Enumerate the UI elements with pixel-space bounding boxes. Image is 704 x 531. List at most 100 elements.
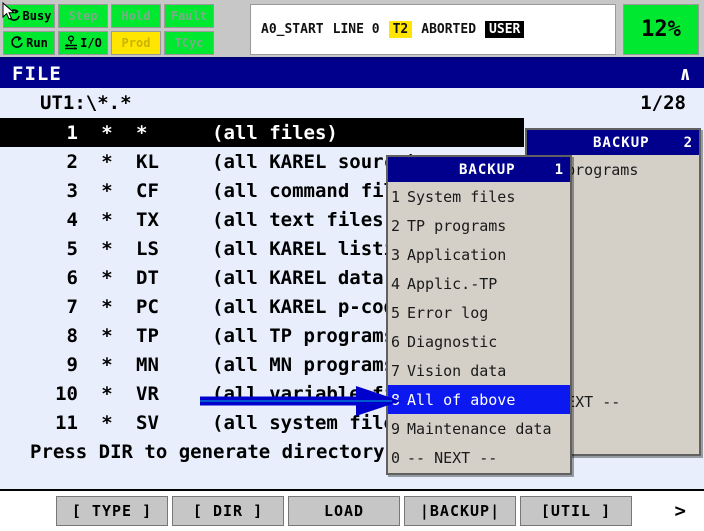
cycle-icon xyxy=(10,35,24,51)
led-step-label: Step xyxy=(68,9,98,23)
menu-item-label: Application xyxy=(407,245,507,264)
menu-item-key: 3 xyxy=(391,245,401,264)
led-fault-label: Fault xyxy=(170,9,208,23)
backup-menu-1-header: BACKUP 1 xyxy=(388,157,570,182)
led-run-label: Run xyxy=(26,36,48,50)
menu-item-vision-data[interactable]: 7 Vision data xyxy=(388,356,570,385)
page-title: FILE xyxy=(12,63,62,85)
backup-menu-2-page: 2 xyxy=(683,134,693,151)
menu-item-maintenance-data[interactable]: 9 Maintenance data xyxy=(388,414,570,443)
fkey-util[interactable]: [UTIL ] xyxy=(520,496,632,526)
menu-item-label: All of above xyxy=(407,390,516,409)
menu-item-applic-tp[interactable]: 4 Applic.-TP xyxy=(388,269,570,298)
led-hold: Hold xyxy=(111,4,161,28)
row-index: 7 xyxy=(66,295,78,318)
window-title-bar: FILE ∧ xyxy=(0,60,704,88)
menu-item-label: Maintenance data xyxy=(407,419,552,438)
teach-pendant-screen: Busy Step Hold Fault Run I/O Prod TCyc A… xyxy=(0,0,704,531)
row-extension: TP xyxy=(136,324,159,347)
speed-override-indicator: 12% xyxy=(623,4,699,55)
row-index: 4 xyxy=(66,208,78,231)
led-run: Run xyxy=(3,31,55,55)
status-state: ABORTED xyxy=(421,22,477,37)
row-index: 6 xyxy=(66,266,78,289)
menu-item-key: 9 xyxy=(391,419,401,438)
row-star: * xyxy=(101,411,113,434)
status-bar: Busy Step Hold Fault Run I/O Prod TCyc A… xyxy=(0,0,704,60)
row-extension: DT xyxy=(136,266,159,289)
row-index: 3 xyxy=(66,179,78,202)
row-extension: SV xyxy=(136,411,159,434)
current-path: UT1:\*.* xyxy=(40,92,132,114)
row-index: 9 xyxy=(66,353,78,376)
led-step: Step xyxy=(58,4,108,28)
row-star: * xyxy=(101,208,113,231)
menu-item-key: 1 xyxy=(391,187,401,206)
fkey-type[interactable]: [ TYPE ] xyxy=(56,496,168,526)
backup-menu-2-header: BACKUP 2 xyxy=(527,130,699,155)
menu-item-system-files[interactable]: 1 System files xyxy=(388,182,570,211)
backup-menu-2-title: BACKUP xyxy=(592,134,650,151)
menu-item-key: 8 xyxy=(391,390,401,409)
row-star: * xyxy=(101,121,113,144)
row-extension: LS xyxy=(136,237,159,260)
row-description: (all files) xyxy=(212,121,338,144)
backup-menu-1-page: 1 xyxy=(554,161,564,178)
menu-item-key: 0 xyxy=(391,448,401,467)
led-io-label: I/O xyxy=(80,36,102,50)
menu-item-application[interactable]: 3 Application xyxy=(388,240,570,269)
status-owner-badge: USER xyxy=(485,21,525,38)
menu-item-tp-programs[interactable]: 2 TP programs xyxy=(388,211,570,240)
menu-item-label: Vision data xyxy=(407,361,507,380)
status-program-name: A0_START xyxy=(261,22,324,37)
menu-item-diagnostic[interactable]: 6 Diagnostic xyxy=(388,327,570,356)
menu-item-next[interactable]: 0 -- NEXT -- xyxy=(388,443,570,472)
status-line-number: LINE 0 xyxy=(332,22,380,37)
chevron-up-icon[interactable]: ∧ xyxy=(680,63,692,85)
fkey-next-icon[interactable]: > xyxy=(675,500,686,522)
menu-item-label: Applic.-TP xyxy=(407,274,498,293)
row-star: * xyxy=(101,179,113,202)
menu-item-key: 2 xyxy=(391,216,401,235)
speed-override-value: 12% xyxy=(641,17,681,42)
led-busy-label: Busy xyxy=(22,9,52,23)
fkey-dir[interactable]: [ DIR ] xyxy=(172,496,284,526)
menu-item-key: 4 xyxy=(391,274,401,293)
led-prod: Prod xyxy=(111,31,161,55)
row-star: * xyxy=(101,295,113,318)
table-row[interactable]: 1 * * (all files) xyxy=(0,118,524,147)
row-star: * xyxy=(101,382,113,405)
led-busy: Busy xyxy=(3,4,55,28)
fkey-backup[interactable]: |BACKUP| xyxy=(404,496,516,526)
row-index: 2 xyxy=(66,150,78,173)
row-index: 11 xyxy=(55,411,78,434)
row-star: * xyxy=(101,266,113,289)
row-index: 10 xyxy=(55,382,78,405)
menu-item-label: Diagnostic xyxy=(407,332,498,351)
led-hold-label: Hold xyxy=(121,9,151,23)
row-index: 8 xyxy=(66,324,78,347)
menu-item-error-log[interactable]: 5 Error log xyxy=(388,298,570,327)
status-mode-badge: T2 xyxy=(388,21,413,38)
function-key-bar: [ TYPE ] [ DIR ] LOAD |BACKUP| [UTIL ] > xyxy=(0,489,704,531)
page-counter: 1/28 xyxy=(640,92,686,114)
row-extension: MN xyxy=(136,353,159,376)
backup-menu-page-1[interactable]: BACKUP 1 1 System files 2 TP programs 3 … xyxy=(386,155,572,475)
menu-item-key: 5 xyxy=(391,303,401,322)
row-index: 5 xyxy=(66,237,78,260)
row-star: * xyxy=(101,324,113,347)
fkey-load[interactable]: LOAD xyxy=(288,496,400,526)
row-star: * xyxy=(101,237,113,260)
menu-item-all-of-above[interactable]: 8 All of above xyxy=(388,385,570,414)
backup-menu-1-title: BACKUP xyxy=(458,161,516,178)
menu-item-key: 7 xyxy=(391,361,401,380)
row-extension: KL xyxy=(136,150,159,173)
led-tcyc: TCyc xyxy=(164,31,214,55)
row-extension: PC xyxy=(136,295,159,318)
led-io: I/O xyxy=(58,31,108,55)
row-index: 1 xyxy=(66,121,78,144)
row-extension: CF xyxy=(136,179,159,202)
menu-item-label: Error log xyxy=(407,303,489,322)
led-fault: Fault xyxy=(164,4,214,28)
menu-item-label: -- NEXT -- xyxy=(407,448,498,467)
